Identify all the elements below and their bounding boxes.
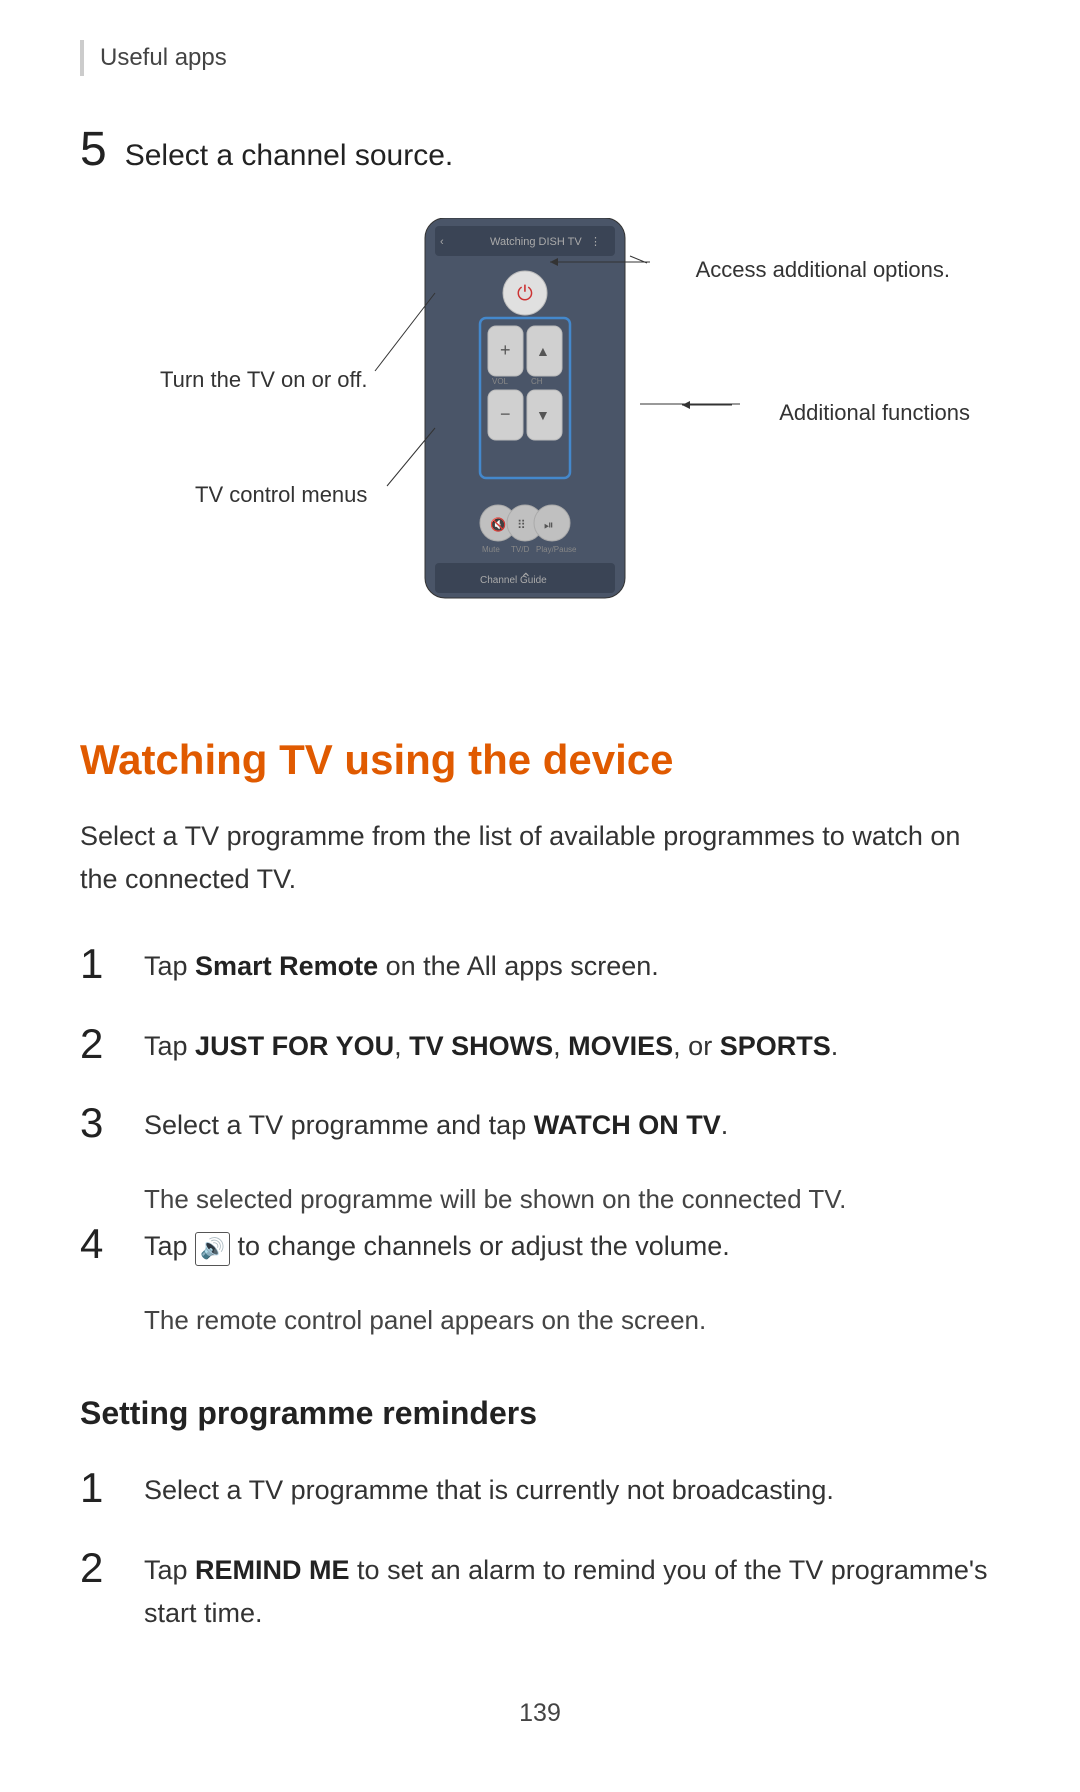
step-2-bold4: SPORTS	[720, 1031, 831, 1061]
sub-step-2-number: 2	[80, 1545, 124, 1591]
svg-text:▲: ▲	[536, 343, 550, 359]
section-title: Watching TV using the device	[80, 728, 1000, 791]
svg-text:Play/Pause: Play/Pause	[536, 545, 577, 554]
annotation-additional-functions: Additional functions	[779, 396, 970, 429]
sub-step-2-bold: REMIND ME	[195, 1555, 350, 1585]
step-5-number: 5	[80, 126, 107, 174]
step-4-sub: The remote control panel appears on the …	[144, 1300, 1000, 1342]
svg-text:Watching DISH TV: Watching DISH TV	[490, 236, 582, 248]
sub-step-1-number: 1	[80, 1465, 124, 1511]
step-3-content: Select a TV programme and tap WATCH ON T…	[144, 1100, 728, 1147]
step-1-content: Tap Smart Remote on the All apps screen.	[144, 941, 659, 988]
svg-text:TV/D: TV/D	[511, 545, 529, 554]
diagram-container: Turn the TV on or off. TV control menus …	[80, 208, 1000, 668]
step-1-number: 1	[80, 941, 124, 987]
svg-text:⋮: ⋮	[590, 236, 601, 248]
svg-text:⏯: ⏯	[544, 518, 554, 532]
step-5-heading: 5 Select a channel source.	[80, 126, 1000, 178]
step-3-sub: The selected programme will be shown on …	[144, 1179, 1000, 1221]
svg-text:VOL: VOL	[492, 377, 509, 386]
step-5-text: Select a channel source.	[125, 133, 454, 178]
annotation-turn-tv: Turn the TV on or off.	[160, 363, 368, 396]
header-label: Useful apps	[100, 44, 227, 71]
section-intro: Select a TV programme from the list of a…	[80, 815, 1000, 901]
step-2-bold2: TV SHOWS	[409, 1031, 553, 1061]
step-1-bold: Smart Remote	[195, 951, 378, 981]
sub-step-1-row: 1 Select a TV programme that is currentl…	[80, 1465, 1000, 1512]
step-2-bold3: MOVIES	[568, 1031, 673, 1061]
step-2-content: Tap JUST FOR YOU, TV SHOWS, MOVIES, or S…	[144, 1021, 838, 1068]
step-3-bold: WATCH ON TV	[534, 1110, 721, 1140]
step-2-row: 2 Tap JUST FOR YOU, TV SHOWS, MOVIES, or…	[80, 1021, 1000, 1068]
step-4-number: 4	[80, 1221, 124, 1267]
svg-text:+: +	[500, 340, 511, 360]
svg-text:Mute: Mute	[482, 545, 500, 554]
svg-text:CH: CH	[531, 377, 543, 386]
subsection-title: Setting programme reminders	[80, 1389, 1000, 1437]
svg-text:−: −	[500, 404, 511, 424]
annotation-additional-options: Access additional options.	[696, 253, 950, 286]
svg-text:⌃: ⌃	[520, 570, 532, 586]
step-2-number: 2	[80, 1021, 124, 1067]
remote-icon: 🔊	[195, 1232, 230, 1266]
sub-step-1-content: Select a TV programme that is currently …	[144, 1465, 834, 1512]
step-4-row: 4 Tap 🔊 to change channels or adjust the…	[80, 1221, 1000, 1268]
step-3-number: 3	[80, 1100, 124, 1146]
page-number: 139	[80, 1695, 1000, 1733]
annotation-tv-control: TV control menus	[195, 478, 367, 511]
step-3-row: 3 Select a TV programme and tap WATCH ON…	[80, 1100, 1000, 1147]
step-1-row: 1 Tap Smart Remote on the All apps scree…	[80, 941, 1000, 988]
svg-text:‹: ‹	[440, 236, 444, 248]
page-header: Useful apps	[80, 40, 1000, 76]
step-4-content: Tap 🔊 to change channels or adjust the v…	[144, 1221, 730, 1268]
remote-illustration: Watching DISH TV ⋮ ‹ ⏻ + ▲ VOL CH − ▼	[420, 218, 630, 620]
svg-text:⏻: ⏻	[517, 283, 533, 305]
step-2-bold1: JUST FOR YOU	[195, 1031, 394, 1061]
svg-text:🔇: 🔇	[490, 517, 506, 532]
sub-step-2-row: 2 Tap REMIND ME to set an alarm to remin…	[80, 1545, 1000, 1635]
svg-text:▼: ▼	[536, 407, 550, 423]
svg-text:Channel Guide: Channel Guide	[480, 575, 547, 586]
svg-text:⠿: ⠿	[517, 518, 526, 532]
sub-step-2-content: Tap REMIND ME to set an alarm to remind …	[144, 1545, 1000, 1635]
